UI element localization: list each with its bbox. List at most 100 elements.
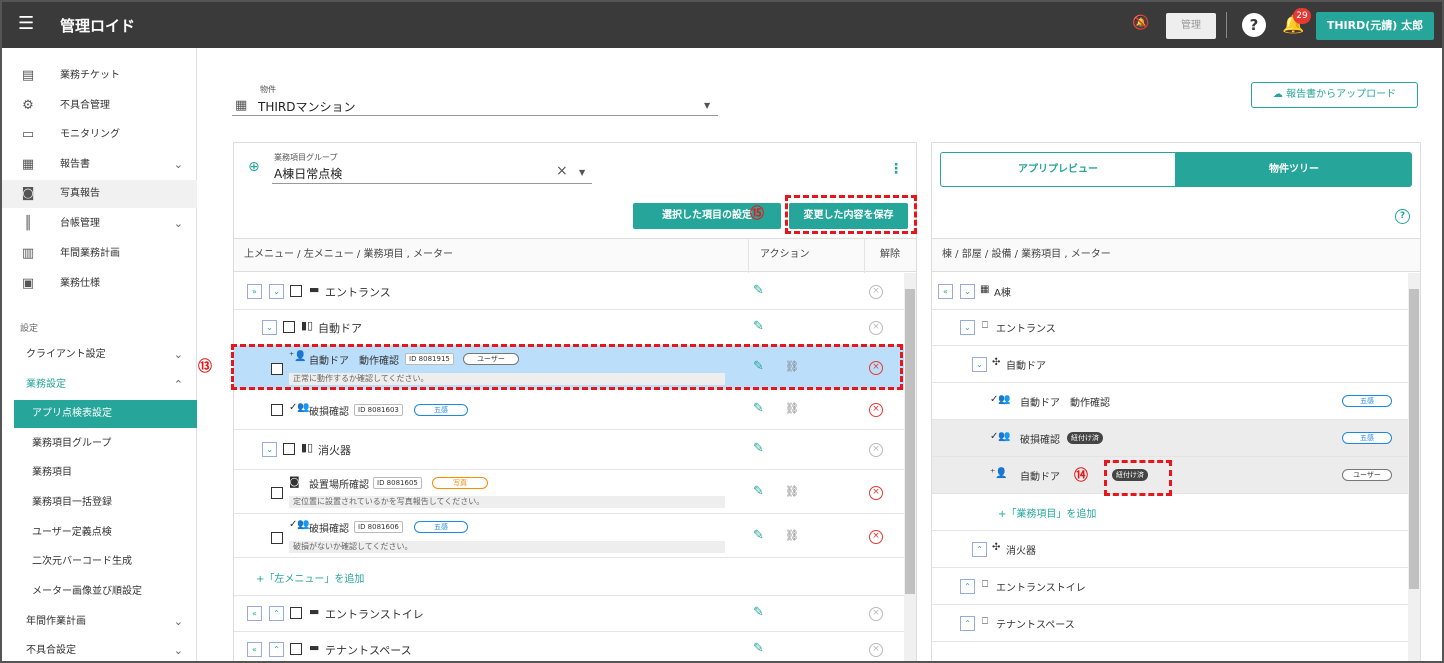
unlink-icon[interactable]: ⛓	[785, 485, 799, 498]
chevron-up-icon[interactable]: ⌃	[960, 616, 975, 631]
clear-icon[interactable]: ×	[556, 163, 568, 179]
edit-icon[interactable]: ✎	[753, 605, 764, 620]
chevron-up-icon[interactable]: ⌃	[269, 606, 284, 621]
row-checkbox[interactable]	[290, 285, 302, 297]
user-menu-button[interactable]: THIRD(元請) 太郎	[1316, 12, 1434, 40]
scrollbar-thumb[interactable]	[1409, 289, 1419, 589]
edit-icon[interactable]: ✎	[753, 319, 764, 334]
mute-icon[interactable]: 🔕	[1132, 15, 1149, 31]
row-checkbox[interactable]	[290, 643, 302, 655]
scrollbar-thumb[interactable]	[905, 289, 915, 594]
sidebar-sub-items[interactable]: 業務項目	[2, 459, 197, 487]
sidebar-item-reports[interactable]: ▦ 報告書 ⌄	[2, 151, 197, 179]
remove-icon[interactable]: ×	[869, 486, 883, 500]
tree-label: 自動ドア 動作確認	[1020, 398, 1110, 409]
cloud-upload-icon: ☁	[1272, 89, 1287, 100]
row-checkbox[interactable]	[271, 487, 283, 499]
table-row[interactable]: ⁺👤 自動ドア 動作確認 ID 8081915 ユーザー 正常に動作するか確認し…	[234, 346, 904, 390]
sidebar-item-photo-report[interactable]: ◙ 写真報告	[2, 180, 197, 208]
scrollbar[interactable]	[1408, 273, 1420, 661]
sidebar-item-tickets[interactable]: ▤ 業務チケット	[2, 62, 197, 90]
group-select[interactable]: A棟日常点検	[274, 165, 342, 182]
unlink-icon[interactable]: ⛓	[785, 529, 799, 542]
tree-row[interactable]: ✓👥 自動ドア 動作確認 五感	[932, 383, 1408, 420]
edit-icon[interactable]: ✎	[753, 528, 764, 543]
chevron-down-icon[interactable]: ⌄	[262, 442, 277, 457]
admin-button[interactable]: 管理	[1166, 13, 1216, 39]
chevron-up-icon[interactable]: ⌃	[960, 579, 975, 594]
scrollbar[interactable]	[904, 273, 916, 661]
remove-icon[interactable]: ×	[869, 285, 883, 299]
edit-icon[interactable]: ✎	[753, 401, 764, 416]
add-circle-icon[interactable]: ⊕	[248, 159, 260, 175]
sidebar-group-work-settings[interactable]: 業務設定 ⌃	[2, 371, 197, 399]
row-checkbox[interactable]	[283, 321, 295, 333]
edit-icon[interactable]: ✎	[753, 641, 764, 656]
remove-icon[interactable]: ×	[869, 361, 883, 375]
remove-icon[interactable]: ×	[869, 321, 883, 335]
add-item-link[interactable]: +「業務項目」を追加	[998, 505, 1096, 520]
unlink-icon[interactable]: ⛓	[785, 402, 799, 415]
chevron-up-icon[interactable]: ⌃	[972, 542, 987, 557]
row-checkbox[interactable]	[283, 443, 295, 455]
upload-from-report-button[interactable]: ☁ 報告書からアップロード	[1251, 82, 1418, 108]
chevron-down-icon[interactable]: ⌄	[960, 320, 975, 335]
help-icon[interactable]: ?	[1395, 209, 1410, 224]
save-changes-button[interactable]: 変更した内容を保存	[789, 203, 908, 229]
tab-property-tree[interactable]: 物件ツリー	[1176, 152, 1412, 187]
table-row[interactable]: ✓👥 破損確認 ID 8081603 五感 ✎ ⛓ ×	[234, 390, 904, 430]
sidebar-item-defects[interactable]: ⚙ 不具合管理	[2, 92, 197, 120]
table-row[interactable]: ✓👥 破損確認 ID 8081606 五感 破損がないか確認してください。 ✎ …	[234, 514, 904, 558]
hamburger-icon[interactable]: ☰	[18, 15, 34, 33]
sidebar-group-client-settings[interactable]: クライアント設定 ⌄	[2, 341, 197, 369]
sidebar-sub-app-checklist[interactable]: アプリ点検表設定	[14, 400, 197, 428]
expand-all-icon[interactable]: «	[247, 642, 262, 657]
row-checkbox[interactable]	[290, 607, 302, 619]
expand-all-icon[interactable]: «	[938, 284, 953, 299]
sidebar-group-defect-settings[interactable]: 不具合設定 ⌄	[2, 637, 197, 661]
expand-all-icon[interactable]: «	[247, 606, 262, 621]
unlink-icon[interactable]: ⛓	[785, 360, 799, 373]
sidebar-item-monitoring[interactable]: ▭ モニタリング	[2, 121, 197, 149]
dropdown-arrow-icon[interactable]: ▼	[579, 168, 585, 177]
remove-icon[interactable]: ×	[869, 607, 883, 621]
edit-icon[interactable]: ✎	[753, 359, 764, 374]
tree-row[interactable]: ✓👥 破損確認 紐付け済 五感	[932, 420, 1408, 457]
building-icon: ▦	[235, 98, 248, 113]
sidebar-item-annual-plan[interactable]: ▥ 年間業務計画	[2, 240, 197, 268]
row-checkbox[interactable]	[271, 532, 283, 544]
remove-icon[interactable]: ×	[869, 643, 883, 657]
more-vert-icon[interactable]: ⋮	[889, 161, 903, 177]
property-label: 物件	[260, 85, 276, 94]
sidebar-sub-user-check[interactable]: ユーザー定義点検	[2, 519, 197, 547]
chevron-down-icon[interactable]: ⌄	[960, 284, 975, 299]
edit-icon[interactable]: ✎	[753, 441, 764, 456]
sidebar-sub-item-group[interactable]: 業務項目グループ	[2, 430, 197, 458]
remove-icon[interactable]: ×	[869, 530, 883, 544]
chevron-down-icon[interactable]: ⌄	[269, 284, 284, 299]
help-icon[interactable]: ?	[1242, 13, 1266, 37]
chevron-down-icon[interactable]: ⌄	[972, 357, 987, 372]
sidebar-sub-meter-order[interactable]: メーター画像並び順設定	[2, 578, 197, 606]
collapse-all-icon[interactable]: »	[247, 284, 262, 299]
edit-icon[interactable]: ✎	[753, 484, 764, 499]
tree-row[interactable]: ⁺👤 自動ドア 紐付け済 ユーザー	[932, 457, 1408, 494]
chevron-up-icon[interactable]: ⌃	[269, 642, 284, 657]
chevron-down-icon[interactable]: ⌄	[262, 320, 277, 335]
sidebar-sub-qr-code[interactable]: 二次元バーコード生成	[2, 548, 197, 576]
table-row[interactable]: ◙ 設置場所確認 ID 8081605 写真 定位置に設置されているかを写真報告…	[234, 470, 904, 514]
edit-icon[interactable]: ✎	[753, 283, 764, 298]
tab-app-preview[interactable]: アプリプレビュー	[940, 152, 1176, 187]
add-left-menu-link[interactable]: +「左メニュー」を追加	[256, 570, 364, 585]
row-checkbox[interactable]	[271, 404, 283, 416]
dropdown-arrow-icon[interactable]: ▼	[704, 101, 710, 110]
row-label: 自動ドア	[318, 322, 362, 335]
remove-icon[interactable]: ×	[869, 403, 883, 417]
row-checkbox[interactable]	[271, 363, 283, 375]
sidebar-item-specs[interactable]: ▣ 業務仕様	[2, 270, 197, 298]
property-select[interactable]: THIRDマンション	[258, 98, 355, 115]
sidebar-sub-bulk-register[interactable]: 業務項目一括登録	[2, 489, 197, 517]
sidebar-group-annual-work[interactable]: 年間作業計画 ⌄	[2, 608, 197, 636]
sidebar-item-ledger[interactable]: ║ 台帳管理 ⌄	[2, 210, 197, 238]
remove-icon[interactable]: ×	[869, 443, 883, 457]
